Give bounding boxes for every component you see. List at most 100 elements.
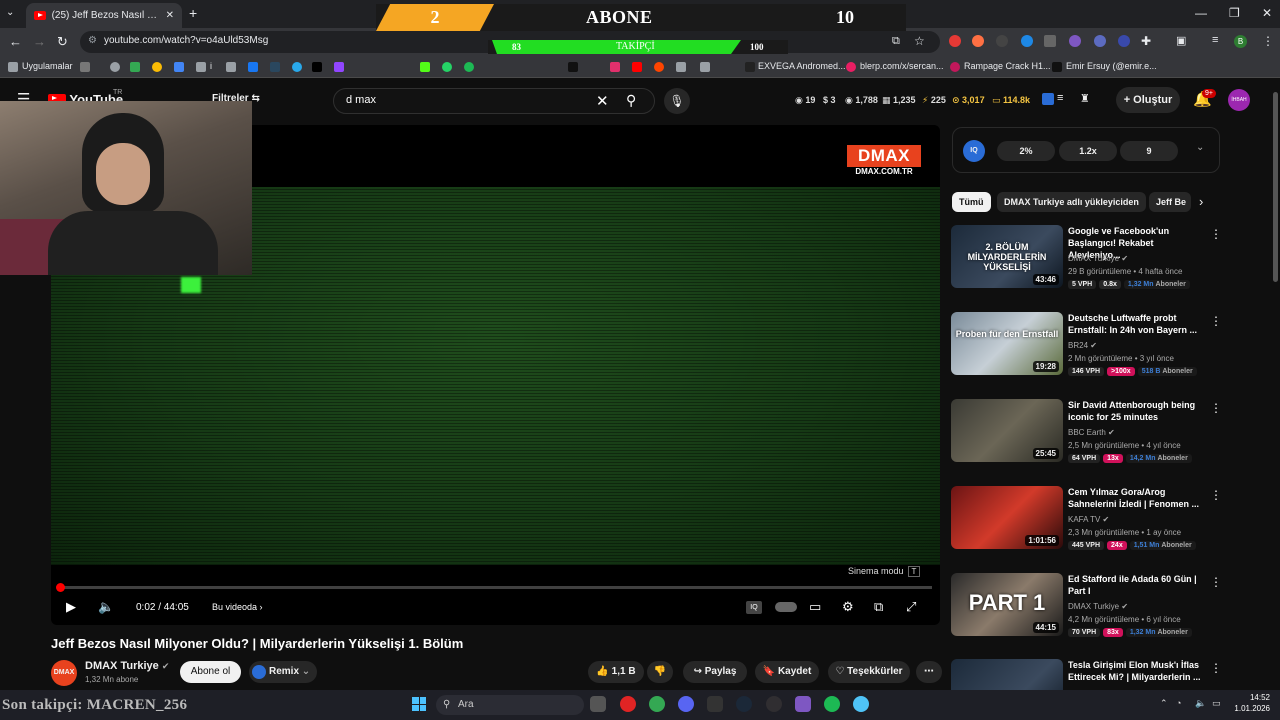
trophy-icon[interactable]: ♜ — [1080, 92, 1090, 105]
bookmark-blerp[interactable]: blerp.com/x/sercan... — [860, 61, 944, 71]
iq-value-percent[interactable]: 2% — [997, 141, 1055, 161]
taskbar-search[interactable]: ⚲ Ara — [436, 695, 584, 715]
more-options-icon[interactable]: ⋮ — [1210, 661, 1222, 675]
instagram-icon[interactable] — [610, 62, 620, 72]
iq-logo[interactable]: IQ — [963, 140, 985, 162]
telegram-icon[interactable] — [292, 62, 302, 72]
bookmark-icon-1[interactable] — [80, 62, 90, 72]
remix-button[interactable]: Remix ⌄ — [249, 661, 317, 683]
recommendation-item[interactable]: PART 1 44:15 Ed Stafford ile Adada 60 Gün … — [951, 573, 1222, 643]
extension-fox-icon[interactable] — [972, 35, 984, 47]
fullscreen-icon[interactable]: ⤢ — [906, 599, 916, 615]
share-button[interactable]: ↪ Paylaş — [683, 661, 747, 683]
recommendation-channel[interactable]: BR24 ✔ — [1068, 341, 1097, 350]
twitch-icon[interactable] — [334, 62, 344, 72]
channel-name[interactable]: DMAX Turkiye ✔ — [85, 660, 169, 672]
recommendation-thumbnail[interactable]: Proben für den Ernstfall 19:28 — [951, 312, 1063, 375]
channel-avatar[interactable]: DMAX — [51, 660, 77, 686]
iq-value-count[interactable]: 9 — [1120, 141, 1178, 161]
whatsapp-icon[interactable] — [442, 62, 452, 72]
steam-taskbar-icon[interactable] — [736, 696, 752, 712]
recommendation-item[interactable]: 25:45 Sir David Attenborough being iconic… — [951, 399, 1222, 469]
chip-all[interactable]: Tümü — [952, 192, 991, 212]
settings-taskbar-icon[interactable] — [853, 696, 869, 712]
volume-icon[interactable]: 🔈 — [98, 599, 114, 615]
recommendation-thumbnail[interactable]: 2. BÖLÜM MİLYARDERLERİN YÜKSELİŞİ 43:46 — [951, 225, 1063, 288]
bookmark-icon-2[interactable] — [110, 62, 120, 72]
clear-search-icon[interactable]: ✕ — [596, 92, 609, 110]
close-tab-icon[interactable]: ✕ — [166, 10, 174, 21]
forward-icon[interactable]: → — [33, 34, 46, 49]
recommendation-item[interactable]: 2. BÖLÜM MİLYARDERLERİN YÜKSELİŞİ 43:46 Go… — [951, 225, 1222, 295]
more-options-icon[interactable]: ⋮ — [1210, 314, 1222, 328]
extension-adblock-icon[interactable] — [949, 35, 961, 47]
steam-icon[interactable] — [270, 62, 280, 72]
tray-battery-icon[interactable]: ▭ — [1212, 698, 1221, 709]
more-options-icon[interactable]: ⋮ — [1210, 488, 1222, 502]
list-icon[interactable]: ≡ — [1057, 92, 1063, 104]
x-icon[interactable] — [312, 62, 322, 72]
clapper-icon[interactable] — [795, 696, 811, 712]
windows-start-icon[interactable] — [412, 697, 426, 711]
search-input[interactable]: d max — [346, 94, 376, 106]
extension-purple-icon[interactable] — [1069, 35, 1081, 47]
extension-square-icon[interactable] — [1044, 35, 1056, 47]
in-video-chapters-button[interactable]: Bu videoda › — [212, 602, 263, 612]
recommendation-channel[interactable]: KAFA TV ✔ — [1068, 515, 1109, 524]
bookmark-icon-4[interactable] — [152, 62, 162, 72]
kick-icon[interactable] — [420, 62, 430, 72]
tray-wifi-icon[interactable]: ◔ — [1176, 698, 1181, 708]
site-info-icon[interactable]: ⚙ — [88, 35, 97, 46]
taskview-icon[interactable] — [590, 696, 606, 712]
bookmark-exvega[interactable]: EXVEGA Andromed... — [758, 61, 846, 71]
bookmark-icon-3[interactable] — [130, 62, 140, 72]
scrollbar-thumb[interactable] — [1273, 92, 1278, 282]
subscribe-button[interactable]: Abone ol — [180, 661, 241, 683]
voice-search-icon[interactable]: 🎙 — [664, 88, 690, 114]
folder-icon[interactable] — [196, 62, 206, 72]
tray-volume-icon[interactable]: 🔈 — [1195, 698, 1206, 709]
play-icon[interactable]: ▶ — [66, 599, 76, 615]
recommendation-thumbnail[interactable]: 1:01:56 — [951, 486, 1063, 549]
discord-icon[interactable] — [678, 696, 694, 712]
tab-list-button[interactable]: ⌄ — [6, 7, 14, 18]
extension-vpn-icon[interactable] — [1118, 35, 1130, 47]
recommendation-title[interactable]: Deutsche Luftwaffe probt Ernstfall: In 2… — [1068, 312, 1208, 336]
recommendation-channel[interactable]: DMAX Turkiye ✔ — [1068, 602, 1128, 611]
recommendation-title[interactable]: Tesla Girişimi Elon Musk'ı İflas Ettirec… — [1068, 659, 1208, 683]
obs-icon[interactable] — [766, 696, 782, 712]
reload-icon[interactable]: ↻ — [57, 34, 68, 50]
recommendation-item[interactable]: 1:01:56 Cem Yılmaz Gora/Arog Sahnelerini … — [951, 486, 1222, 556]
tray-chevron-icon[interactable]: ⌃ — [1160, 698, 1168, 709]
extension-blue-icon[interactable] — [1021, 35, 1033, 47]
miniplayer-icon[interactable]: ⧉ — [874, 599, 883, 615]
restore-icon[interactable]: ❐ — [1229, 6, 1240, 20]
reddit-icon[interactable] — [654, 62, 664, 72]
bookmark-apps[interactable]: Uygulamalar — [22, 61, 73, 71]
create-button[interactable]: + Oluştur — [1116, 87, 1180, 113]
iq-player-icon[interactable]: IQ — [746, 601, 762, 614]
sidepanel-icon[interactable]: ▣ — [1176, 34, 1186, 47]
progress-bar[interactable] — [55, 583, 932, 592]
more-options-icon[interactable]: ⋮ — [1210, 401, 1222, 415]
iq-value-multiplier[interactable]: 1.2x — [1059, 141, 1117, 161]
thanks-button[interactable]: ♡ Teşekkürler — [828, 661, 910, 683]
profile-avatar[interactable]: B — [1234, 35, 1247, 48]
autoplay-toggle[interactable] — [775, 602, 797, 612]
extensions-puzzle-icon[interactable]: ✚ — [1141, 34, 1151, 48]
bookmark-rampage[interactable]: Rampage Crack H1... — [964, 61, 1051, 71]
recommendation-thumbnail[interactable]: 25:45 — [951, 399, 1063, 462]
back-icon[interactable]: ← — [9, 34, 22, 49]
like-button[interactable]: 👍 1,1 B — [588, 661, 644, 683]
bookmark-icon-5[interactable] — [174, 62, 184, 72]
spotify-icon[interactable] — [464, 62, 474, 72]
recommendation-item[interactable]: Proben für den Ernstfall 19:28 Deutsche Lu… — [951, 312, 1222, 382]
facebook-icon[interactable] — [248, 62, 258, 72]
opera-icon[interactable] — [620, 696, 636, 712]
youtube-icon[interactable] — [632, 62, 642, 72]
chevron-down-icon[interactable]: ⌄ — [1196, 142, 1204, 153]
account-avatar[interactable]: İHBAH — [1228, 89, 1250, 111]
folder-icon[interactable] — [700, 62, 710, 72]
recommendation-title[interactable]: Cem Yılmaz Gora/Arog Sahnelerini İzledi … — [1068, 486, 1208, 510]
install-app-icon[interactable]: ⧉ — [892, 35, 900, 48]
